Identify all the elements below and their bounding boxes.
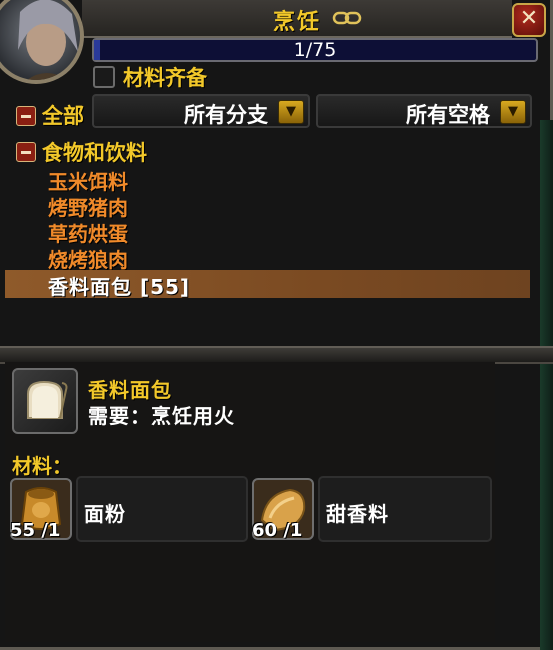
collapse-all-icon[interactable]: [16, 106, 36, 126]
have-materials-checkbox[interactable]: [93, 66, 115, 88]
window-title: 烹饪: [272, 10, 321, 35]
have-materials-label: 材料齐备: [123, 66, 207, 90]
close-button[interactable]: ✕: [512, 3, 546, 37]
title-bar[interactable]: 烹饪: [82, 0, 512, 38]
recipe-list-item[interactable]: 烧烤狼肉: [48, 244, 128, 273]
reagent-count: 55 /1: [10, 520, 61, 541]
recipe-list-item[interactable]: 玉米饵料: [48, 166, 128, 195]
background-strip: [540, 120, 553, 650]
recipe-requirement-text: 需要：烹饪用火: [88, 404, 235, 428]
skill-progress-text: 1/75: [293, 39, 337, 61]
chain-link-icon[interactable]: [332, 9, 362, 27]
materials-label: 材料：: [12, 454, 72, 478]
filter-all-label[interactable]: 全部: [42, 100, 84, 130]
recipe-item-name[interactable]: 香料面包: [88, 374, 172, 403]
subclass-dropdown[interactable]: 所有分支 ▼: [92, 94, 310, 128]
collapse-category-icon[interactable]: [16, 142, 36, 162]
selected-recipe-item[interactable]: 香料面包 [55]: [48, 271, 190, 300]
recipe-list-item[interactable]: 烤野猪肉: [48, 192, 128, 221]
dropdown-arrow-icon[interactable]: ▼: [278, 100, 304, 124]
skill-progress-bar: 1/75: [92, 38, 538, 62]
recipe-list-item[interactable]: 草药烘蛋: [48, 218, 128, 247]
bread-icon[interactable]: [12, 368, 78, 434]
bread-icon-graphic: [27, 380, 68, 419]
reagent-count: 60 /1: [252, 520, 303, 541]
slot-dropdown[interactable]: 所有空格 ▼: [316, 94, 532, 128]
reagent-name: 甜香料: [326, 502, 389, 526]
reagent-name: 面粉: [84, 502, 126, 526]
slot-dropdown-value: 所有空格: [406, 103, 490, 127]
recipe-category-header[interactable]: 食物和饮料: [42, 137, 147, 167]
subclass-dropdown-value: 所有分支: [184, 103, 268, 127]
dropdown-arrow-icon[interactable]: ▼: [500, 100, 526, 124]
